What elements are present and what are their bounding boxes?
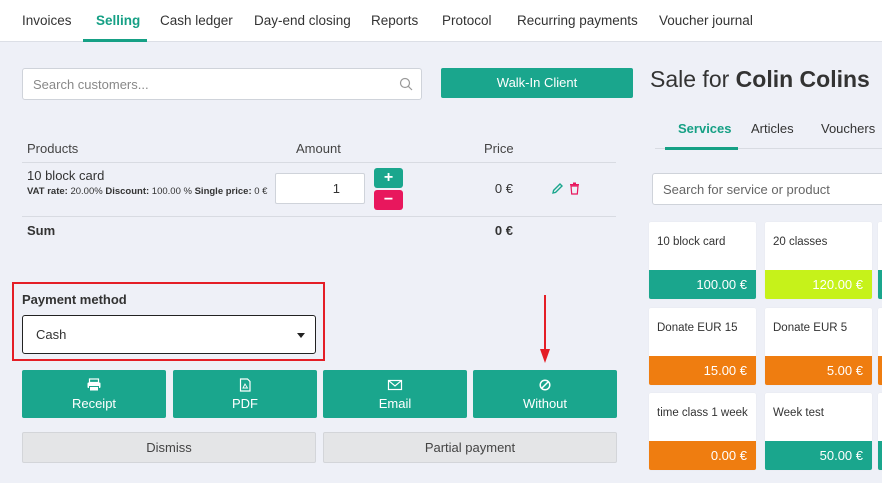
service-card-price: 5.00 €: [765, 356, 872, 385]
column-header-products: Products: [27, 141, 79, 156]
without-label: Without: [522, 396, 568, 411]
service-card[interactable]: Donate EUR 15 15.00 €: [649, 308, 756, 385]
vat-label: VAT rate:: [27, 186, 68, 197]
tab-selling[interactable]: Selling: [96, 0, 140, 42]
customer-search-box: [22, 68, 422, 100]
service-card[interactable]: Week test 50.00 €: [765, 393, 872, 470]
vat-value: 20.00%: [70, 186, 103, 197]
walk-in-client-button[interactable]: Walk-In Client: [441, 68, 633, 98]
product-details: VAT rate: 20.00% Discount: 100.00 % Sing…: [27, 185, 275, 199]
service-card-price-bar: [878, 356, 882, 385]
payment-method-select[interactable]: Cash: [22, 315, 316, 354]
service-card[interactable]: time class 1 week 0.00 €: [649, 393, 756, 470]
service-card-name: 20 classes: [773, 236, 828, 248]
tab-articles[interactable]: Articles: [751, 121, 794, 136]
service-card[interactable]: 10 block card 100.00 €: [649, 222, 756, 299]
amount-input[interactable]: 1: [275, 173, 365, 204]
service-card-price: 120.00 €: [765, 270, 872, 299]
top-navigation: Invoices Selling Cash ledger Day-end clo…: [0, 0, 882, 42]
dismiss-button[interactable]: Dismiss: [22, 432, 316, 463]
receipt-label: Receipt: [71, 396, 117, 411]
service-card-price: 100.00 €: [649, 270, 756, 299]
decrease-amount-button[interactable]: −: [374, 190, 403, 210]
tab-day-end-closing[interactable]: Day-end closing: [254, 0, 351, 42]
pdf-icon: [239, 378, 251, 392]
payment-method-label: Payment method: [22, 292, 127, 307]
sale-title-prefix: Sale for: [650, 66, 730, 92]
single-price-label: Single price:: [194, 186, 252, 197]
active-tab-indicator: [83, 39, 147, 42]
service-search-input[interactable]: [653, 174, 878, 204]
active-tab-indicator: [665, 147, 738, 150]
divider: [22, 162, 616, 163]
service-card-price-bar: [878, 270, 882, 299]
discount-value: 100.00 %: [151, 186, 192, 197]
tab-services[interactable]: Services: [678, 121, 732, 136]
product-name: 10 block card: [27, 168, 105, 183]
row-price: 0 €: [494, 181, 513, 196]
tab-cash-ledger[interactable]: Cash ledger: [160, 0, 233, 42]
printer-icon: [87, 378, 101, 392]
tab-protocol[interactable]: Protocol: [442, 0, 492, 42]
service-card-name: Donate EUR 15: [657, 322, 738, 334]
trash-icon[interactable]: [569, 182, 580, 195]
sale-title: Sale for Colin Colins: [650, 66, 870, 93]
envelope-icon: [387, 379, 403, 391]
tab-vouchers[interactable]: Vouchers: [821, 121, 875, 136]
column-header-amount: Amount: [296, 141, 341, 156]
payment-method-value: Cash: [36, 327, 67, 342]
service-card-name: time class 1 week: [657, 407, 748, 419]
without-button[interactable]: Without: [473, 370, 617, 418]
service-card-price: 50.00 €: [765, 441, 872, 470]
service-card-partial[interactable]: [878, 308, 882, 385]
tab-recurring-payments[interactable]: Recurring payments: [517, 0, 638, 42]
single-price-value: 0 €: [254, 186, 268, 197]
ban-icon: [539, 379, 551, 391]
pdf-label: PDF: [232, 396, 258, 411]
sum-label: Sum: [27, 223, 56, 238]
service-card[interactable]: Donate EUR 5 5.00 €: [765, 308, 872, 385]
search-icon[interactable]: [399, 77, 413, 91]
email-button[interactable]: Email: [323, 370, 467, 418]
discount-label: Discount:: [105, 186, 150, 197]
caret-down-icon: [297, 333, 305, 338]
service-card-price: 15.00 €: [649, 356, 756, 385]
red-arrow-annotation: [540, 295, 550, 363]
email-label: Email: [378, 396, 412, 411]
tab-invoices[interactable]: Invoices: [22, 0, 72, 42]
divider: [22, 216, 616, 217]
service-card-partial[interactable]: [878, 393, 882, 470]
service-search-box: [652, 173, 882, 205]
column-header-price: Price: [484, 141, 514, 156]
sum-value: 0 €: [494, 223, 513, 238]
tab-voucher-journal[interactable]: Voucher journal: [659, 0, 753, 42]
customer-name: Colin Colins: [735, 66, 870, 92]
pdf-button[interactable]: PDF: [173, 370, 317, 418]
service-card-name: 10 block card: [657, 236, 726, 248]
service-card[interactable]: 20 classes 120.00 €: [765, 222, 872, 299]
service-card-name: Week test: [773, 407, 824, 419]
service-card-name: Donate EUR 5: [773, 322, 848, 334]
partial-payment-button[interactable]: Partial payment: [323, 432, 617, 463]
pencil-icon[interactable]: [551, 182, 564, 195]
increase-amount-button[interactable]: +: [374, 168, 403, 188]
service-card-price-bar: [878, 441, 882, 470]
service-card-partial[interactable]: [878, 222, 882, 299]
tab-reports[interactable]: Reports: [371, 0, 418, 42]
receipt-button[interactable]: Receipt: [22, 370, 166, 418]
customer-search-input[interactable]: [23, 69, 383, 99]
service-card-price: 0.00 €: [649, 441, 756, 470]
